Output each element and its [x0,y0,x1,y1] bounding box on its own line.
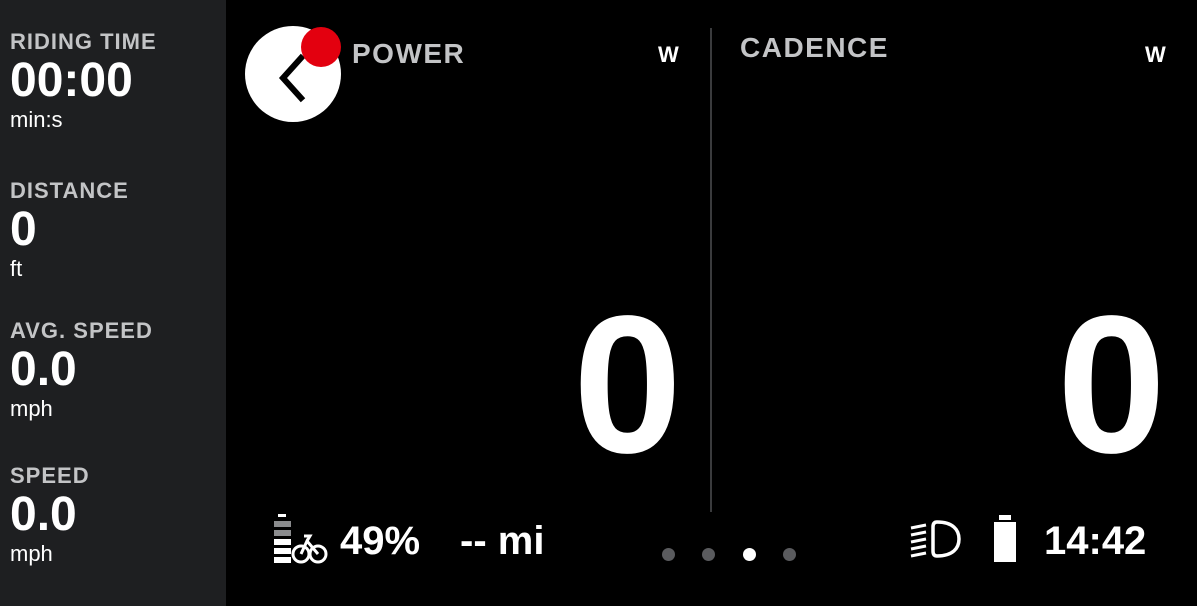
range-value: -- mi [460,519,545,563]
panel-title-cadence: CADENCE [740,32,889,63]
stat-unit: ft [10,256,23,281]
panel-unit-cadence: W [1145,42,1166,67]
stat-value: 0.0 [10,343,77,396]
panel-value-power: 0 [572,275,682,494]
page-dot-2[interactable] [702,548,715,561]
ebike-battery-icon [274,514,328,564]
stat-label: AVG. SPEED [10,318,153,343]
page-dot-3-active[interactable] [743,548,756,561]
notification-dot [301,27,341,67]
stat-distance: DISTANCE 0 ft [10,178,129,282]
stat-label: DISTANCE [10,178,129,203]
panel-divider [710,28,712,512]
stat-riding-time: RIDING TIME 00:00 min:s [10,29,157,133]
stat-value: 0 [10,203,37,256]
stat-avg-speed: AVG. SPEED 0.0 mph [10,318,153,422]
clock: 14:42 [1044,519,1147,563]
ride-stats-sidebar: RIDING TIME 00:00 min:s DISTANCE 0 ft AV… [0,0,226,606]
stat-unit: mph [10,541,53,566]
main-display: POWER W 0 CADENCE W 0 49% -- mi 14:42 [226,0,1197,606]
battery-icon [994,515,1016,562]
stat-value: 00:00 [10,54,133,107]
stat-value: 0.0 [10,488,77,541]
panel-value-cadence: 0 [1056,275,1166,494]
headlight-icon [910,520,961,558]
panel-title-power: POWER [352,38,466,69]
stat-label: SPEED [10,463,90,488]
stat-unit: mph [10,396,53,421]
page-dot-4[interactable] [783,548,796,561]
page-dot-1[interactable] [662,548,675,561]
panel-unit-power: W [658,42,679,67]
stat-label: RIDING TIME [10,29,157,54]
stat-unit: min:s [10,107,63,132]
battery-percent: 49% [340,519,421,563]
stat-speed: SPEED 0.0 mph [10,463,90,567]
